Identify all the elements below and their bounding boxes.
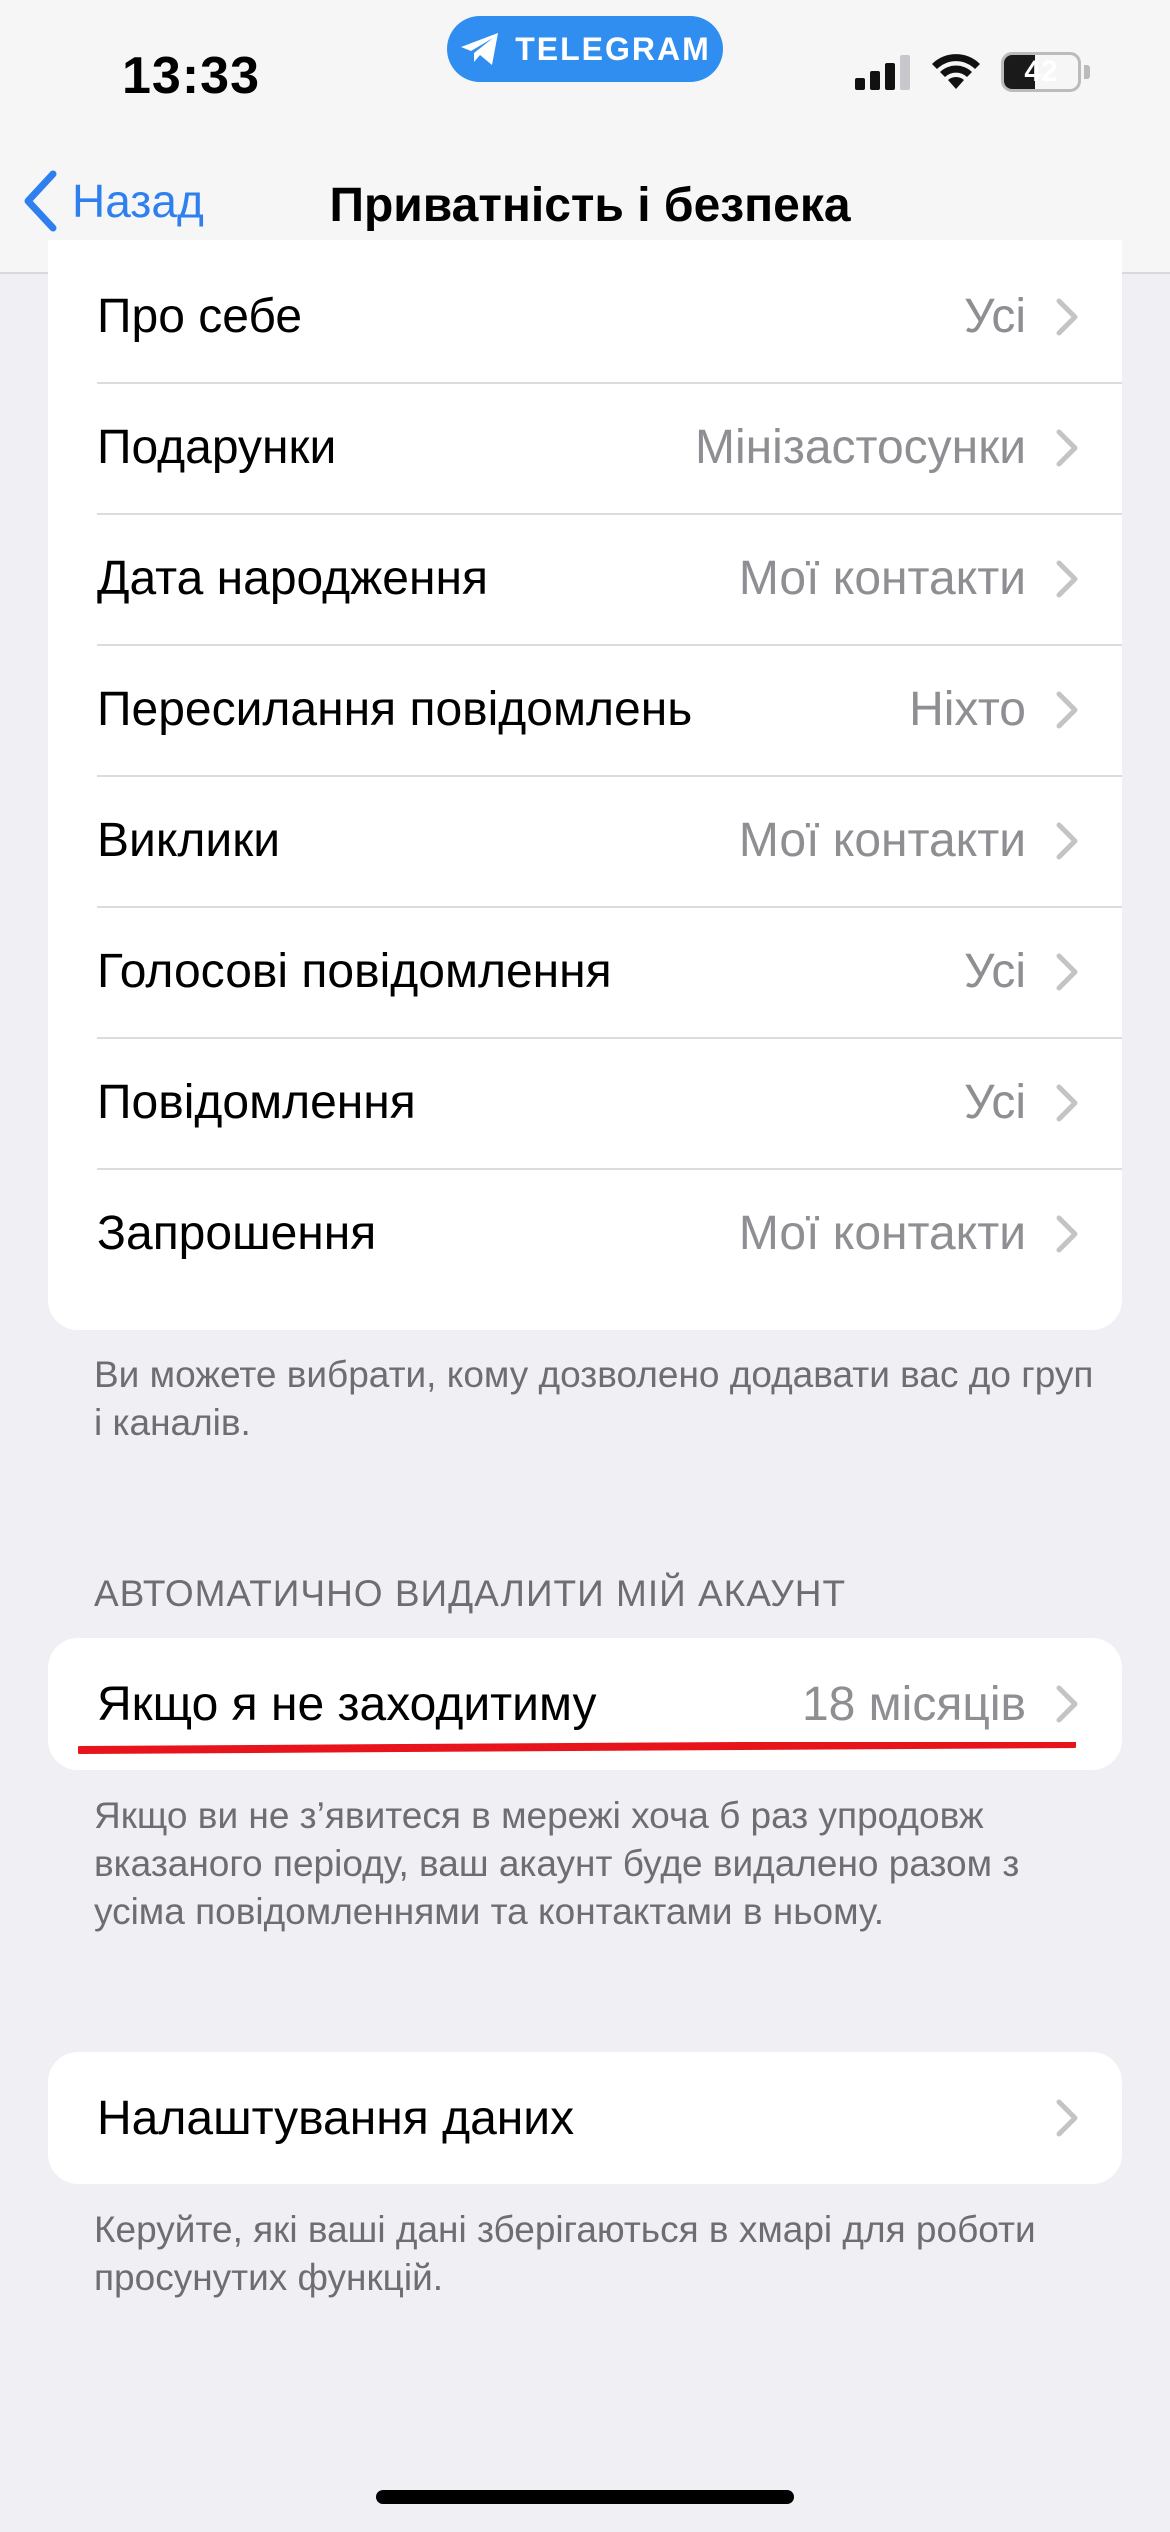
home-indicator[interactable] (376, 2490, 794, 2504)
chevron-right-icon (1056, 953, 1078, 990)
status-bar: 13:33 TELEGRAM 42 (0, 0, 1170, 140)
data-settings-footnote: Керуйте, які ваші дані зберігаються в хм… (94, 2209, 1036, 2298)
privacy-row-label: Виклики (97, 814, 280, 867)
chevron-right-icon (1056, 1685, 1078, 1723)
wifi-icon (932, 54, 980, 89)
page-title: Приватність і безпека (329, 179, 851, 232)
privacy-row-value: Мої контакти (738, 552, 1026, 605)
privacy-row[interactable]: Запрошення Мої контакти (48, 1168, 1122, 1299)
chevron-right-icon (1056, 2099, 1078, 2137)
privacy-row[interactable]: Дата народження Мої контакти (48, 513, 1122, 644)
telegram-pill-label: TELEGRAM (515, 30, 711, 67)
privacy-row-value: Мінізастосунки (695, 421, 1026, 474)
privacy-settings-group: Про себе Усі Подарунки Мінізастосунки Дата н… (48, 240, 1122, 1330)
privacy-row-label: Голосові повідомлення (97, 945, 612, 998)
auto-delete-value: 18 місяців (801, 1677, 1026, 1731)
data-settings-label: Налаштування даних (97, 2091, 575, 2145)
auto-delete-section-header: АВТОМАТИЧНО ВИДАЛИТИ МІЙ АКАУНТ (94, 1573, 847, 1614)
auto-delete-label: Якщо я не заходитиму (97, 1677, 597, 1731)
privacy-row-value: Усі (964, 945, 1026, 998)
battery-nub (1084, 65, 1090, 79)
chevron-right-icon (1056, 1084, 1078, 1121)
privacy-row-value: Усі (964, 290, 1026, 343)
privacy-row-value: Усі (964, 1076, 1026, 1129)
chevron-right-icon (1056, 822, 1078, 859)
battery-percentage: 42 (1024, 55, 1058, 88)
chevron-right-icon (1056, 298, 1078, 335)
auto-delete-group: Якщо я не заходитиму 18 місяців (48, 1638, 1122, 1770)
auto-delete-row[interactable]: Якщо я не заходитиму 18 місяців (48, 1638, 1122, 1770)
privacy-row-value: Мої контакти (738, 1207, 1026, 1260)
chevron-right-icon (1056, 691, 1078, 728)
telegram-return-pill[interactable]: TELEGRAM (447, 16, 723, 82)
data-settings-group: Налаштування даних (48, 2052, 1122, 2184)
privacy-row[interactable]: Виклики Мої контакти (48, 775, 1122, 906)
privacy-row-label: Про себе (97, 290, 303, 343)
privacy-row[interactable]: Подарунки Мінізастосунки (48, 382, 1122, 513)
telegram-plane-icon (461, 33, 499, 65)
privacy-row[interactable]: Пересилання повідомлень Ніхто (48, 644, 1122, 775)
privacy-row-label: Пересилання повідомлень (97, 683, 693, 736)
privacy-row-value: Ніхто (909, 683, 1026, 736)
privacy-row[interactable]: Повідомлення Усі (48, 1037, 1122, 1168)
data-settings-row[interactable]: Налаштування даних (48, 2052, 1122, 2184)
privacy-row-label: Запрошення (97, 1207, 377, 1260)
chevron-right-icon (1056, 429, 1078, 466)
privacy-row-label: Повідомлення (97, 1076, 416, 1129)
privacy-row[interactable]: Про себе Усі (48, 251, 1122, 382)
cellular-signal-icon (855, 55, 910, 90)
privacy-row-value: Мої контакти (738, 814, 1026, 867)
privacy-row-label: Дата народження (97, 552, 488, 605)
status-time: 13:33 (122, 47, 260, 105)
battery-icon: 42 (1001, 52, 1081, 92)
status-icons: 42 (855, 52, 1090, 92)
chevron-right-icon (1056, 1215, 1078, 1252)
chevron-right-icon (1056, 560, 1078, 597)
invites-footnote: Ви можете вибрати, кому дозволено додава… (94, 1354, 1094, 1443)
privacy-row[interactable]: Голосові повідомлення Усі (48, 906, 1122, 1037)
auto-delete-footnote: Якщо ви не з’явитеся в мережі хоча б раз… (94, 1795, 1020, 1932)
privacy-row-label: Подарунки (97, 421, 337, 474)
